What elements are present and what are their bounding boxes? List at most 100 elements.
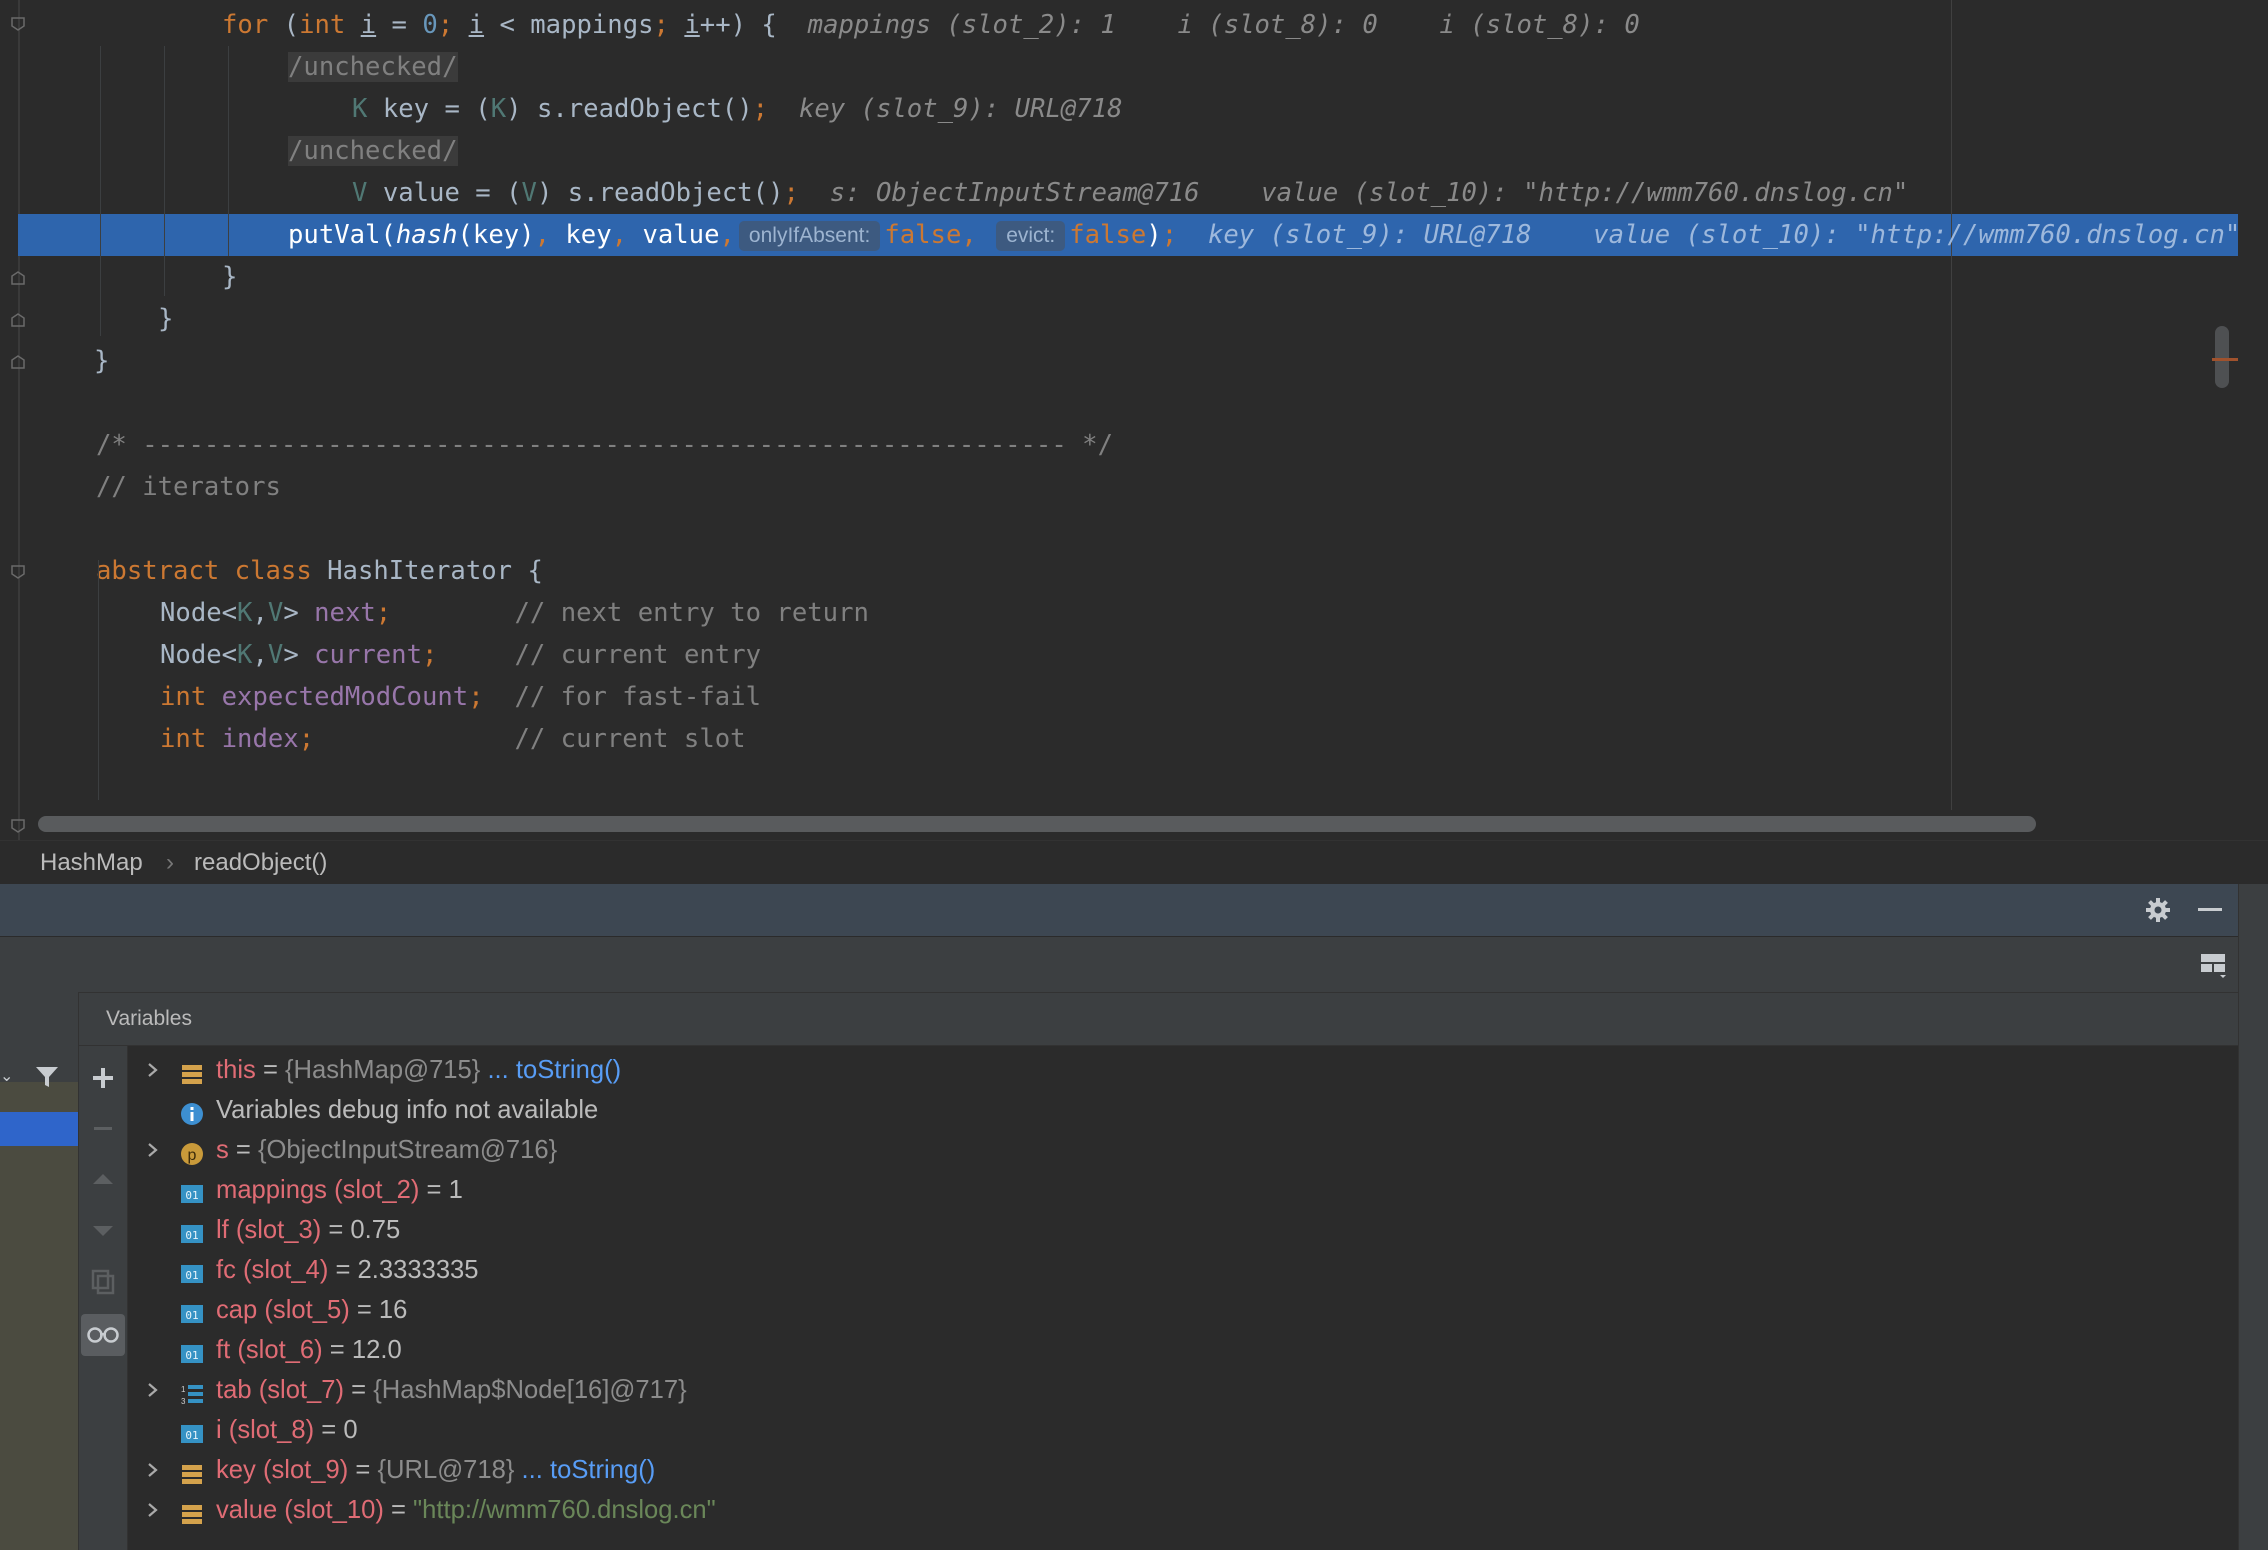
add-icon[interactable] (85, 1060, 121, 1096)
breadcrumb-class[interactable]: HashMap (40, 849, 143, 877)
move-up-icon[interactable] (85, 1162, 121, 1198)
variable-text: Variables debug info not available (216, 1090, 598, 1130)
code-token: ++) { (699, 10, 808, 40)
copy-icon[interactable] (85, 1264, 121, 1300)
fold-marker-icon[interactable] (10, 818, 26, 834)
parameter-hint: onlyIfAbsent: (738, 221, 881, 251)
code-editor[interactable]: for (int i = 0; i < mappings; i++) { map… (0, 0, 2268, 840)
code-line[interactable]: int expectedModCount; // for fast-fail (160, 676, 761, 718)
code-line[interactable]: Node<K,V> current; // current entry (160, 634, 761, 676)
fold-marker-icon[interactable] (10, 16, 26, 32)
variable-name: fc (slot_4) (216, 1256, 329, 1284)
variable-row[interactable]: 01 cap (slot_5) = 16 (128, 1290, 2228, 1330)
variable-row[interactable]: p s = {ObjectInputStream@716} (128, 1130, 2228, 1170)
variable-row[interactable]: 1 3 tab (slot_7) = {HashMap$Node[16]@717} (128, 1370, 2228, 1410)
comment-token: // for fast-fail (514, 682, 761, 712)
primitive-icon: 01 (180, 1418, 204, 1443)
type-param-token: V (267, 640, 284, 670)
keyword-token: ; (298, 724, 315, 754)
filter-icon[interactable] (34, 1064, 60, 1090)
variable-row[interactable]: 01 ft (slot_6) = 12.0 (128, 1330, 2228, 1370)
breadcrumb-method[interactable]: readObject() (194, 849, 327, 877)
code-line[interactable]: abstract class HashIterator { (96, 550, 543, 592)
loop-var-token: i (468, 10, 485, 40)
equals-sign: = (321, 1216, 351, 1244)
layout-icon[interactable] (2200, 953, 2228, 978)
equals-sign: = (349, 1296, 379, 1324)
comment-token: /* -------------------------------------… (96, 430, 1113, 460)
code-line[interactable]: /unchecked/ (288, 130, 458, 172)
chevron-right-icon[interactable] (146, 1490, 166, 1543)
code-line[interactable]: } (158, 298, 173, 340)
equals-sign: = (255, 1056, 285, 1084)
code-token: ) (1146, 220, 1162, 250)
code-token: value (627, 220, 720, 250)
minimize-icon[interactable] (2198, 908, 2222, 911)
code-token: (key) (457, 220, 535, 250)
code-token: Node< (160, 598, 238, 628)
code-token: , (252, 640, 268, 670)
type-param-token: K (237, 598, 253, 628)
code-line[interactable]: /* -------------------------------------… (96, 424, 1113, 466)
keyword-token: ; (783, 178, 799, 208)
unchecked-marker: /unchecked/ (288, 136, 458, 166)
primitive-icon: 01 (180, 1338, 204, 1363)
to-string-link[interactable]: ... toString() (514, 1456, 656, 1484)
code-line[interactable]: int index; // current slot (160, 718, 746, 760)
code-line[interactable]: for (int i = 0; i < mappings; i++) { map… (222, 4, 1640, 46)
fold-marker-icon[interactable] (10, 564, 26, 580)
chevron-icon[interactable]: ⌄ (0, 1069, 13, 1085)
variables-tree[interactable]: this = {HashMap@715} ... toString() Varia… (128, 1046, 2238, 1550)
variable-row[interactable]: value (slot_10) = "http://wmm760.dnslog.… (128, 1490, 2228, 1530)
fold-marker-icon[interactable] (10, 312, 26, 328)
to-string-link[interactable]: ... toString() (480, 1056, 621, 1084)
keyword-token: , (719, 220, 735, 250)
code-token: } (158, 304, 174, 334)
comment-token: // iterators (96, 472, 281, 502)
remove-icon[interactable] (85, 1110, 121, 1146)
fold-marker-icon[interactable] (10, 270, 26, 286)
svg-text:1: 1 (181, 1385, 186, 1394)
variable-name: mappings (slot_2) (216, 1176, 420, 1204)
variable-row[interactable]: key (slot_9) = {URL@718} ... toString() (128, 1450, 2228, 1490)
code-line[interactable]: putVal(hash(key), key, value, onlyIfAbsen… (288, 214, 2240, 256)
equals-sign: = (348, 1456, 378, 1484)
unchecked-marker: /unchecked/ (288, 52, 458, 82)
equals-sign: = (344, 1376, 374, 1404)
code-line[interactable]: // iterators (96, 466, 281, 508)
type-param-token: K (490, 94, 507, 124)
code-line[interactable]: /unchecked/ (288, 46, 458, 88)
code-line[interactable]: } (222, 256, 237, 298)
variable-row[interactable]: Variables debug info not available (128, 1090, 2228, 1130)
field-icon (180, 1058, 204, 1084)
fold-marker-icon[interactable] (10, 354, 26, 370)
field-icon (180, 1458, 204, 1484)
variable-text: cap (slot_5) = 16 (216, 1290, 407, 1330)
variable-row[interactable]: this = {HashMap@715} ... toString() (128, 1050, 2228, 1090)
indent-guide (98, 560, 99, 800)
code-line[interactable]: Node<K,V> next; // next entry to return (160, 592, 869, 634)
vertical-scrollbar-thumb[interactable] (2215, 326, 2229, 388)
scrollbar-marker[interactable] (2212, 358, 2238, 361)
equals-sign: = (383, 1496, 414, 1524)
gear-icon[interactable] (2144, 896, 2172, 924)
code-line[interactable]: } (94, 340, 109, 382)
variable-value: 2.3333335 (357, 1256, 479, 1284)
variable-row[interactable]: 01 i (slot_8) = 0 (128, 1410, 2228, 1450)
svg-text:01: 01 (185, 1269, 198, 1282)
variable-row[interactable]: 01 mappings (slot_2) = 1 (128, 1170, 2228, 1210)
primitive-icon: 01 (180, 1218, 204, 1243)
variable-name: s (216, 1136, 229, 1164)
horizontal-scrollbar-thumb[interactable] (38, 816, 2036, 832)
code-token: } (94, 346, 110, 376)
code-line[interactable]: K key = (K) s.readObject(); key (slot_9)… (352, 88, 1123, 130)
glasses-icon[interactable] (81, 1314, 125, 1356)
selected-frame[interactable] (0, 1112, 78, 1146)
keyword-token: false (1069, 220, 1147, 250)
code-token: key = ( (367, 94, 491, 124)
code-line[interactable]: V value = (V) s.readObject(); s: ObjectI… (352, 172, 1908, 214)
variable-row[interactable]: 01 lf (slot_3) = 0.75 (128, 1210, 2228, 1250)
move-down-icon[interactable] (85, 1212, 121, 1248)
variable-row[interactable]: 01 fc (slot_4) = 2.3333335 (128, 1250, 2228, 1290)
